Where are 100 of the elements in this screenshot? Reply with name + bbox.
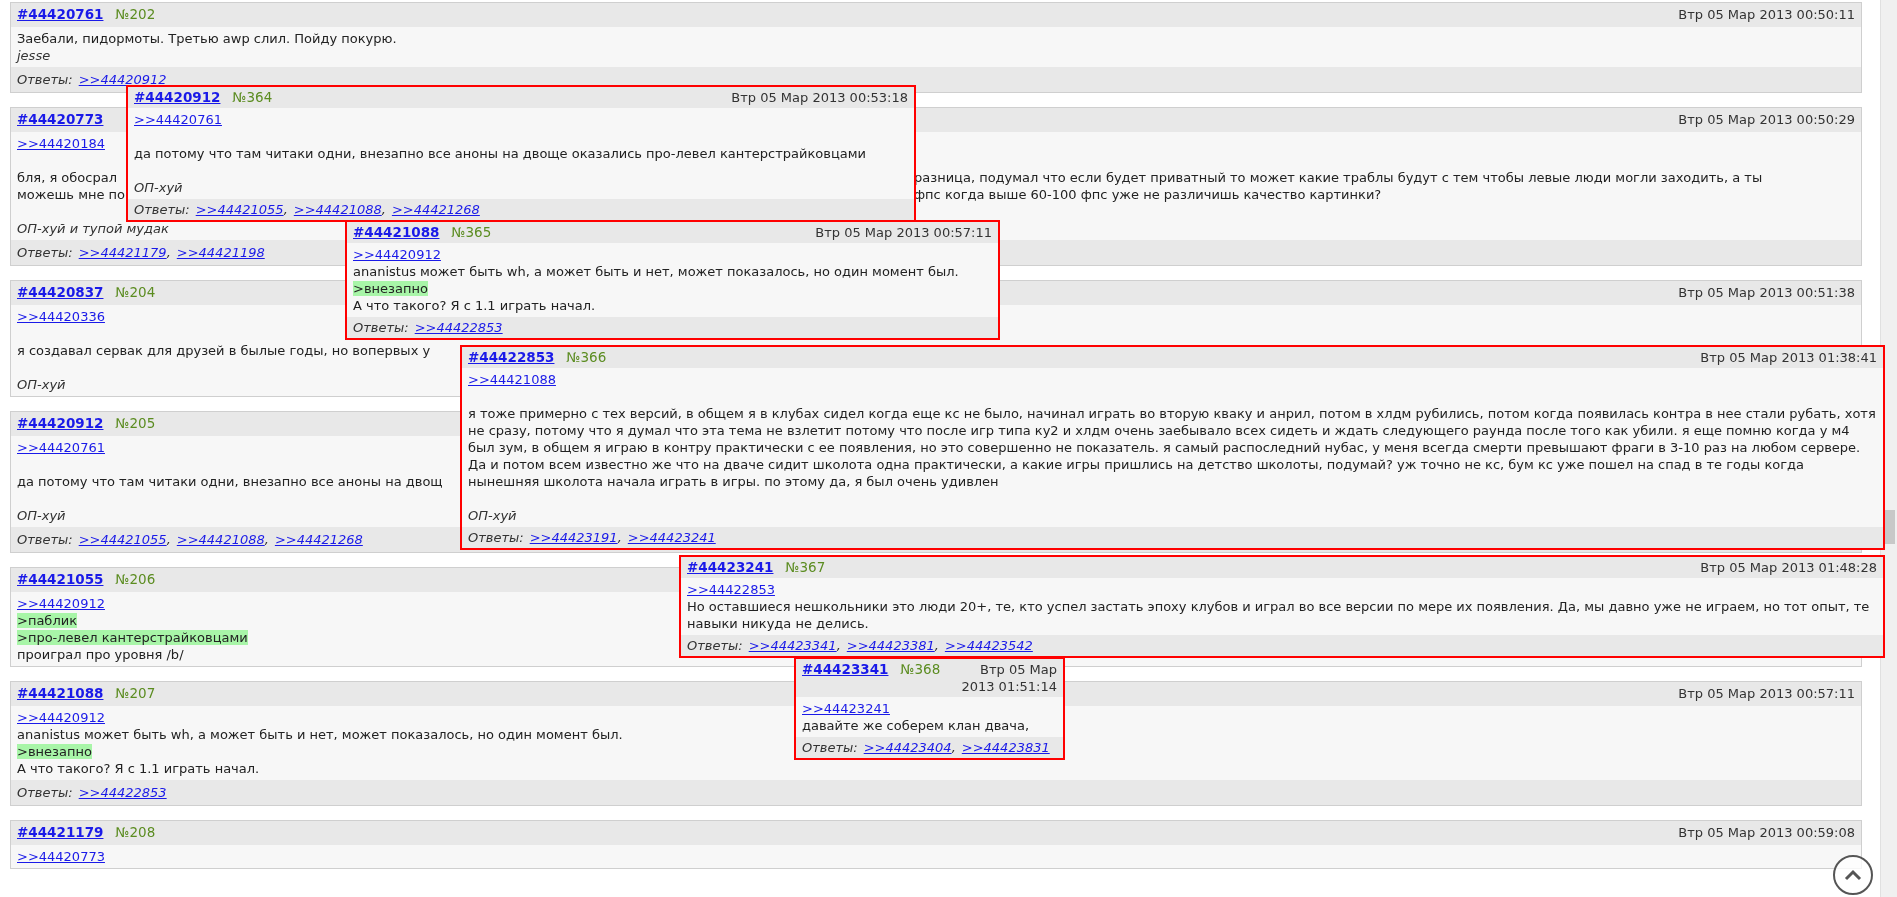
replies-label: Ответы: [353,319,409,336]
post-id-link[interactable]: #44422853 [468,349,555,366]
replies-label: Ответы: [468,529,524,546]
post-text: Но оставшиеся нешкольники это люди 20+, те, кто успел застать эпоху клубов и играл во все версии по мере их появления. Да, мы давно уже не играем, но тот опыт, те навыки никуда не делись. [687,598,1871,632]
post-signature: ОП-хуй [134,179,183,196]
post-signature: ОП-хуй [17,507,66,524]
reply-link[interactable]: >>44423341 [748,637,837,654]
reply-link[interactable]: >>44421198 [176,244,265,261]
greentext-quote: >про-левел кантерстрайковцами [17,630,248,645]
post-reference-link[interactable]: >>44420761 [17,440,105,455]
post-date: Втр 05 Мар 2013 00:59:08 [1678,824,1855,841]
greentext-quote: >паблик [17,613,77,628]
post-signature: ОП-хуй и тупой мудак [17,220,169,237]
reply-separator: , [617,529,622,546]
post-id-link[interactable]: #44420837 [17,284,104,301]
post-number: №368 [900,661,941,678]
replies-label: Ответы: [687,637,743,654]
post-date: Втр 05 Мар 2013 01:38:41 [1700,349,1877,366]
replies-label: Ответы: [802,739,858,756]
post-signature: ОП-хуй [17,376,66,393]
reply-separator: , [381,201,386,218]
post-id-link[interactable]: #44420912 [17,415,104,432]
post-text: ananistus может быть wh, а может быть и нет, может показалось, но один момент был. [17,726,623,743]
post-text: да потому что там читаки одни, внезапно все аноны на двощ [17,473,443,490]
post-id-link[interactable]: #44423341 [802,661,889,678]
post-id-link[interactable]: #44421055 [17,571,104,588]
post-text: Заебали, пидормоты. Третью awp слил. Пойду покурю. [17,30,397,47]
post-text: ananistus может быть wh, а может быть и нет, может показалось, но один момент был. [353,263,959,280]
reply-link[interactable]: >>44423191 [529,529,618,546]
post-text: можешь мне по [17,186,126,203]
post-date: Втр 05 Мар 2013 01:51:14 [960,661,1057,695]
reply-link[interactable]: >>44423542 [944,637,1033,654]
post-text: А что такого? Я с 1.1 играть начал. [17,760,260,777]
post-text: да потому что там читаки одни, внезапно все аноны на двоще оказались про-левел кантерстрайковцами [134,145,866,162]
replies-label: Ответы: [134,201,190,218]
reply-link[interactable]: >>44422853 [414,319,503,336]
reply-link[interactable]: >>44423831 [961,739,1050,756]
post-number: №204 [115,284,156,301]
post-date: Втр 05 Мар 2013 00:50:29 [1678,111,1855,128]
post-number: №207 [115,685,156,702]
post-number: №202 [115,6,156,23]
post-id-link[interactable]: #44421088 [353,224,440,241]
reply-separator: , [951,739,956,756]
post-date: Втр 05 Мар 2013 00:53:18 [731,89,908,106]
reply-link[interactable]: >>44422853 [78,784,167,801]
reply-link[interactable]: >>44421179 [78,244,167,261]
reply-link[interactable]: >>44421055 [78,531,167,548]
post-number: №206 [115,571,156,588]
post-id-link[interactable]: #44420773 [17,111,104,128]
reply-link[interactable]: >>44423241 [627,529,716,546]
post-text: я тоже примерно с тех версий, в общем я в клубах сидел когда еще кс не было, начинал играть во вторую кваку и анрил, потом в хлдм рубились, потом когда появилась контра в нее стали рубать, хотя не сразу, потому что я думал что эта тема не взлетит потому что после игр типа ку2 и хлдм очень заебывало всех сидеть и ждать следующего раунда после того как убили. я еще помню когда у м4 был зум, в общем я играю в контру практически с ее появления, но это совершенно не показатель. я самый распоследний нубас, у меня всегда смерти превышают фраги в 3-10 раз на любом сервере. Да и потом всем известно же что на дваче сидит школота одна практически, а какие игры пришлись на детство школоты, подумай? уж точно не кс, бум кс уже пошел на спад в те годы когда нынешняя школота начала играть в игры. по этому да, я был очень удивлен [468,405,1877,490]
replies-label: Ответы: [17,244,73,261]
post-number: №364 [232,89,273,106]
post-reference-link[interactable]: >>44421088 [468,372,556,387]
reply-link[interactable]: >>44421268 [391,201,480,218]
post-number: №366 [566,349,607,366]
post-date: Втр 05 Мар 2013 00:57:11 [815,224,992,241]
greentext-quote: >внезапно [17,744,92,759]
post-date: Втр 05 Мар 2013 01:48:28 [1700,559,1877,576]
post-reference-link[interactable]: >>44420912 [17,596,105,611]
post-reference-link[interactable]: >>44420912 [17,710,105,725]
post-signature: jesse [17,47,51,64]
post-text: я создавал сервак для друзей в былые годы, но вопервых у [17,342,431,359]
reply-separator: , [166,244,171,261]
post-reference-link[interactable]: >>44420761 [134,112,222,127]
reply-link[interactable]: >>44421088 [176,531,265,548]
post-date: Втр 05 Мар 2013 00:50:11 [1678,6,1855,23]
post-reference-link[interactable]: >>44420912 [353,247,441,262]
chevron-up-icon [1844,869,1862,881]
scrollbar-thumb[interactable] [1884,510,1895,544]
replies-label: Ответы: [17,531,73,548]
reply-separator: , [166,531,171,548]
post-signature: ОП-хуй [468,507,517,524]
post-reference-link[interactable]: >>44423241 [802,701,890,716]
post-reference-link[interactable]: >>44420336 [17,309,105,324]
post-number: №205 [115,415,156,432]
replies-label: Ответы: [17,71,73,88]
post-id-link[interactable]: #44421088 [17,685,104,702]
reply-separator: , [264,531,269,548]
post-reference-link[interactable]: >>44420184 [17,136,105,151]
post-reference-link[interactable]: >>44422853 [687,582,775,597]
post-text: А что такого? Я с 1.1 играть начал. [353,297,596,314]
post-date: Втр 05 Мар 2013 00:51:38 [1678,284,1855,301]
reply-link[interactable]: >>44423404 [863,739,952,756]
post-id-link[interactable]: #44420761 [17,6,104,23]
reply-link[interactable]: >>44421055 [195,201,284,218]
reply-link[interactable]: >>44420912 [78,71,167,88]
post-id-link[interactable]: #44420912 [134,89,221,106]
post-reference-link[interactable]: >>44420773 [17,849,105,864]
post-text: давайте же соберем клан двача, [802,717,1030,734]
post-id-link[interactable]: #44421179 [17,824,104,841]
reply-link[interactable]: >>44421088 [293,201,382,218]
reply-separator: , [836,637,841,654]
scroll-to-top-button[interactable] [1833,855,1873,895]
reply-link[interactable]: >>44421268 [274,531,363,548]
post-id-link[interactable]: #44423241 [687,559,774,576]
reply-link[interactable]: >>44423381 [846,637,935,654]
post-number: №208 [115,824,156,841]
post-text: проиграл про уровня /b/ [17,646,184,663]
post-number: №365 [451,224,492,241]
